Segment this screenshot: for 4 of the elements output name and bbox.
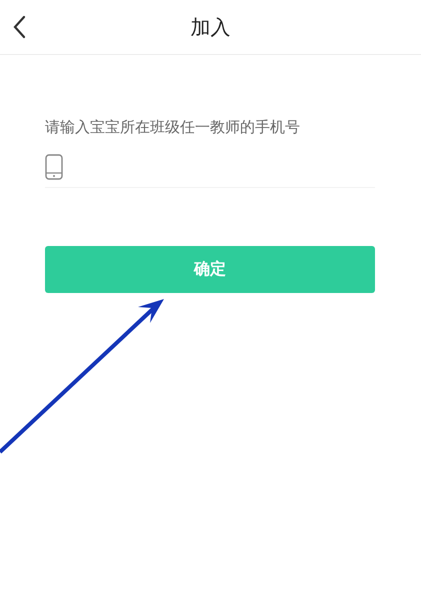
- phone-prompt: 请输入宝宝所在班级任一教师的手机号: [45, 117, 301, 137]
- confirm-button[interactable]: 确定: [45, 246, 375, 293]
- page-title: 加入: [190, 14, 230, 38]
- phone-icon: [45, 154, 63, 180]
